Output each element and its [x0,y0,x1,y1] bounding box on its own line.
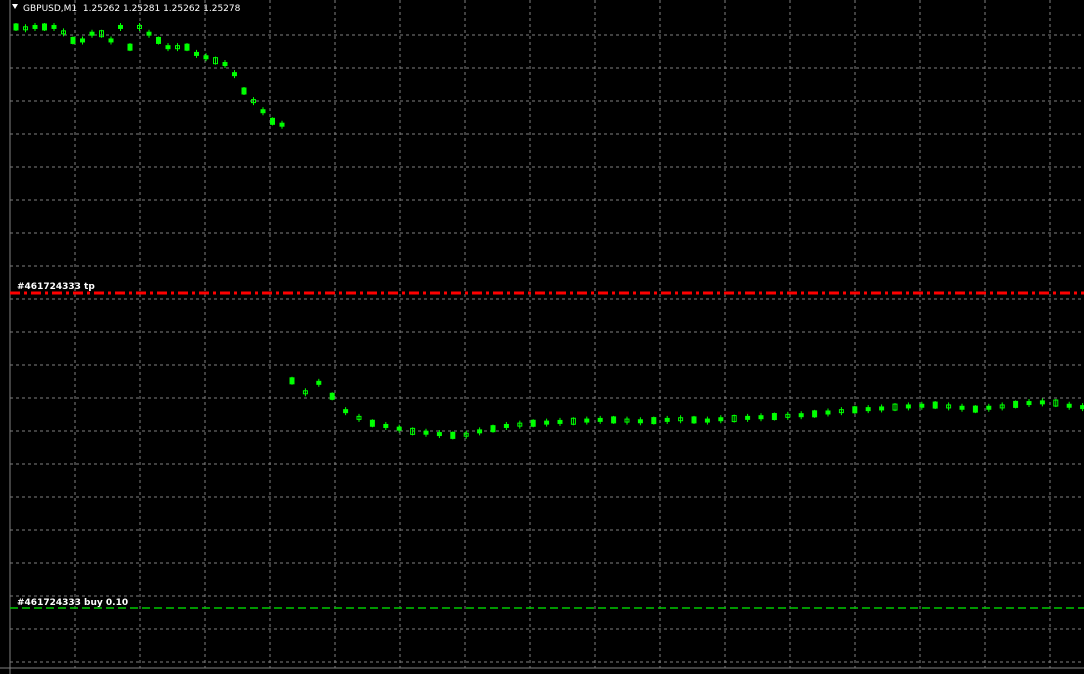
candle-body [423,430,429,435]
candle-body [905,404,911,409]
candle-body [1039,400,1045,405]
candle-body [329,392,335,400]
candle-body [919,403,925,408]
candle-body [664,417,670,422]
candle-body [436,432,442,437]
candle-body [80,38,85,43]
candle-body [241,87,247,95]
candle-body [597,417,603,422]
candle-body [490,425,496,433]
candle-body [369,419,375,427]
candle-body [745,415,751,420]
chart-window[interactable]: GBPUSD,M1 1.25262 1.25281 1.25262 1.2527… [0,0,1084,674]
candle-body [972,405,978,413]
candle-body [986,405,992,410]
candle-body [530,419,536,427]
candle-body [637,419,643,424]
candle-body [184,43,190,51]
candle-body [51,24,57,29]
candle-body [758,415,764,420]
candle-body [42,23,47,31]
candle-body [279,122,285,127]
candle-body [584,418,590,423]
candle-body [651,417,657,425]
candle-body [704,418,710,423]
candle-body [450,431,456,439]
candle-body [798,413,804,418]
candle-body [611,416,617,424]
candle-body [260,109,266,114]
candle-body [544,420,550,425]
candle-body [316,380,322,385]
candle-body [1026,401,1032,406]
candle-body [203,55,209,60]
candle-body [503,423,509,428]
candle-body [270,117,275,125]
candle-body [13,23,19,31]
symbol-header: GBPUSD,M1 1.25262 1.25281 1.25262 1.2527… [12,3,240,15]
candle-body [118,24,123,29]
candle-body [557,419,563,424]
candle-body [156,36,161,44]
candle-body [289,377,295,385]
candle-body [108,38,114,43]
candle-body [932,401,938,409]
candle-body [1013,400,1019,408]
candle-body [70,36,76,44]
candle-body [343,409,349,414]
dropdown-triangle-icon[interactable] [12,4,18,9]
candle-body [1066,403,1072,408]
candle-body [477,429,483,434]
ohlc-values: 1.25262 1.25281 1.25262 1.25278 [82,4,241,14]
take-profit-label: #461724333 tp [17,282,95,292]
candle-body [718,417,724,422]
candle-body [232,72,237,77]
candle-body [32,24,38,29]
candle-body [825,410,831,415]
candle-body [89,31,95,36]
candle-body [1080,405,1084,410]
buy-order-label: #461724333 buy 0.10 [17,598,129,608]
candle-body [146,31,152,36]
grid-lines [9,0,1084,668]
candle-body [127,43,133,51]
candle-body [771,413,777,421]
candle-body [194,51,199,56]
candle-body [959,405,965,410]
candles [13,22,1084,440]
candle-body [396,426,402,431]
candle-body [691,416,697,424]
candle-body [222,62,228,67]
price-chart[interactable] [0,0,1084,674]
candle-body [852,406,858,414]
candle-body [165,45,171,50]
candle-body [879,406,885,411]
candle-body [812,410,818,418]
symbol-timeframe: GBPUSD,M1 [23,4,78,14]
candle-body [865,407,871,412]
candle-body [383,423,389,428]
